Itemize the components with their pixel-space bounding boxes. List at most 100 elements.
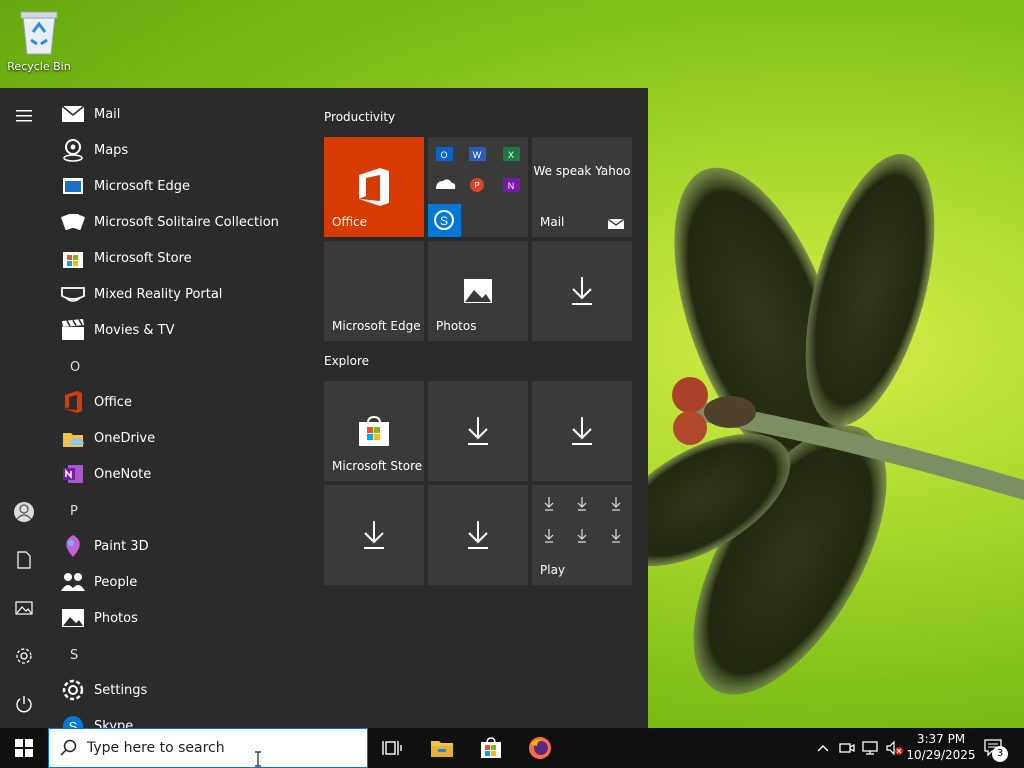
text-cursor-icon [255,751,261,767]
chevron-up-icon [817,745,829,752]
clock-time: 3:37 PM [916,732,966,746]
tile-photos[interactable]: Photos [428,241,528,341]
download-arrow-icon [572,277,592,305]
people-icon [61,573,85,591]
svg-text:S: S [69,719,78,728]
app-item-office[interactable]: Office [60,384,300,420]
word-icon: W [469,147,486,161]
network-icon [862,741,878,755]
settings-icon [62,679,84,701]
maps-icon [63,139,83,162]
app-item-mail[interactable]: Mail [60,96,300,132]
expand-menu-button[interactable] [0,96,48,136]
letter-header-o[interactable]: O [70,360,80,375]
group-title-productivity[interactable]: Productivity [324,110,395,124]
app-label: Movies & TV [94,322,175,338]
action-center-button[interactable]: 3 [978,728,1010,768]
app-item-maps[interactable]: Maps [60,132,300,168]
svg-text:N: N [508,181,515,191]
skype-icon: S [63,716,83,728]
download-arrow-icon [468,417,488,445]
tile-microsoft-edge[interactable]: Microsoft Edge [324,241,424,341]
app-item-microsoft-store[interactable]: Microsoft Store [60,240,300,276]
network-button[interactable] [860,728,882,768]
app-item-microsoft-edge[interactable]: Microsoft Edge [60,168,300,204]
start-menu: Mail Maps Microsoft Edge Microsoft Solit… [0,88,648,728]
office-apps-grid: O W X P N S [428,147,520,237]
account-button[interactable] [0,492,48,532]
svg-text:O: O [440,150,447,160]
camera-icon [839,743,855,753]
store-tile-icon [359,415,389,446]
app-item-skype[interactable]: S Skype [60,708,300,728]
taskbar-search-box[interactable]: Type here to search [48,728,368,768]
office-tile-icon [359,168,389,206]
volume-muted-icon [886,740,903,756]
file-explorer-button[interactable] [418,728,466,768]
app-label: Maps [94,142,129,158]
tile-play-folder[interactable]: Play [532,485,632,585]
pictures-button[interactable] [0,588,48,628]
tile-mail[interactable]: We speak Yahoo Mail [532,137,632,237]
group-title-explore[interactable]: Explore [324,354,369,368]
clock-button[interactable]: 3:37 PM 10/29/2025 [906,731,976,763]
app-label: Microsoft Store [94,250,192,266]
firefox-button[interactable] [516,728,564,768]
svg-text:S: S [440,214,448,228]
start-button[interactable] [0,728,48,768]
app-item-mixed-reality[interactable]: Mixed Reality Portal [60,276,300,312]
outlook-icon: O [436,147,453,161]
settings-rail-button[interactable] [0,636,48,676]
pictures-icon [15,601,33,615]
app-label: Office [94,394,132,410]
tile-microsoft-store[interactable]: Microsoft Store [324,381,424,481]
mail-tile-promo: We speak Yahoo [533,164,631,178]
app-item-solitaire[interactable]: Microsoft Solitaire Collection [60,204,300,240]
letter-header-p[interactable]: P [70,504,78,519]
tile-office-apps-folder[interactable]: O W X P N S [428,137,528,237]
meet-now-button[interactable] [836,728,858,768]
app-item-onedrive[interactable]: OneDrive [60,420,300,456]
app-label: Skype [94,718,134,729]
edge-icon [63,178,83,194]
play-folder-grid [544,497,621,543]
folder-icon [431,741,453,757]
recycle-bin-label: Recycle Bin [7,60,71,73]
app-label: Microsoft Solitaire Collection [94,214,279,230]
recycle-bin-icon [20,11,58,55]
onenote-small-icon: N [503,178,520,192]
show-hidden-icons-button[interactable] [812,728,834,768]
tile-label: Office [332,215,368,229]
clock-date: 10/29/2025 [906,748,976,762]
svg-text:P: P [474,181,479,190]
tile-pending-download-5[interactable] [428,485,528,585]
tile-pending-download-3[interactable] [532,381,632,481]
task-view-button[interactable] [368,728,416,768]
tile-pending-download-1[interactable] [532,241,632,341]
app-item-paint-3d[interactable]: Paint 3D [60,528,300,564]
tile-label: Play [540,563,566,577]
task-view-icon [382,741,402,755]
notification-count-badge: 3 [992,746,1008,762]
store-taskbar-button[interactable] [467,728,515,768]
app-item-settings[interactable]: Settings [60,672,300,708]
taskbar: Type here to search 3:37 PM 10/29/2025 3 [0,728,1024,768]
app-item-people[interactable]: People [60,564,300,600]
app-item-onenote[interactable]: OneNote [60,456,300,492]
tile-pending-download-2[interactable] [428,381,528,481]
tile-label: Mail [540,215,565,229]
app-item-photos[interactable]: Photos [60,600,300,636]
document-icon [17,551,31,569]
movies-icon [62,319,84,340]
documents-button[interactable] [0,540,48,580]
app-item-movies-tv[interactable]: Movies & TV [60,312,300,348]
tile-label: Microsoft Edge [332,319,421,333]
power-icon [16,696,32,713]
power-button[interactable] [0,684,48,724]
powerpoint-icon: P [470,178,484,192]
tile-pending-download-4[interactable] [324,485,424,585]
recycle-bin[interactable]: Recycle Bin [6,6,72,73]
letter-header-s[interactable]: S [70,648,78,663]
tile-office[interactable]: Office [324,137,424,237]
volume-button[interactable] [884,728,906,768]
